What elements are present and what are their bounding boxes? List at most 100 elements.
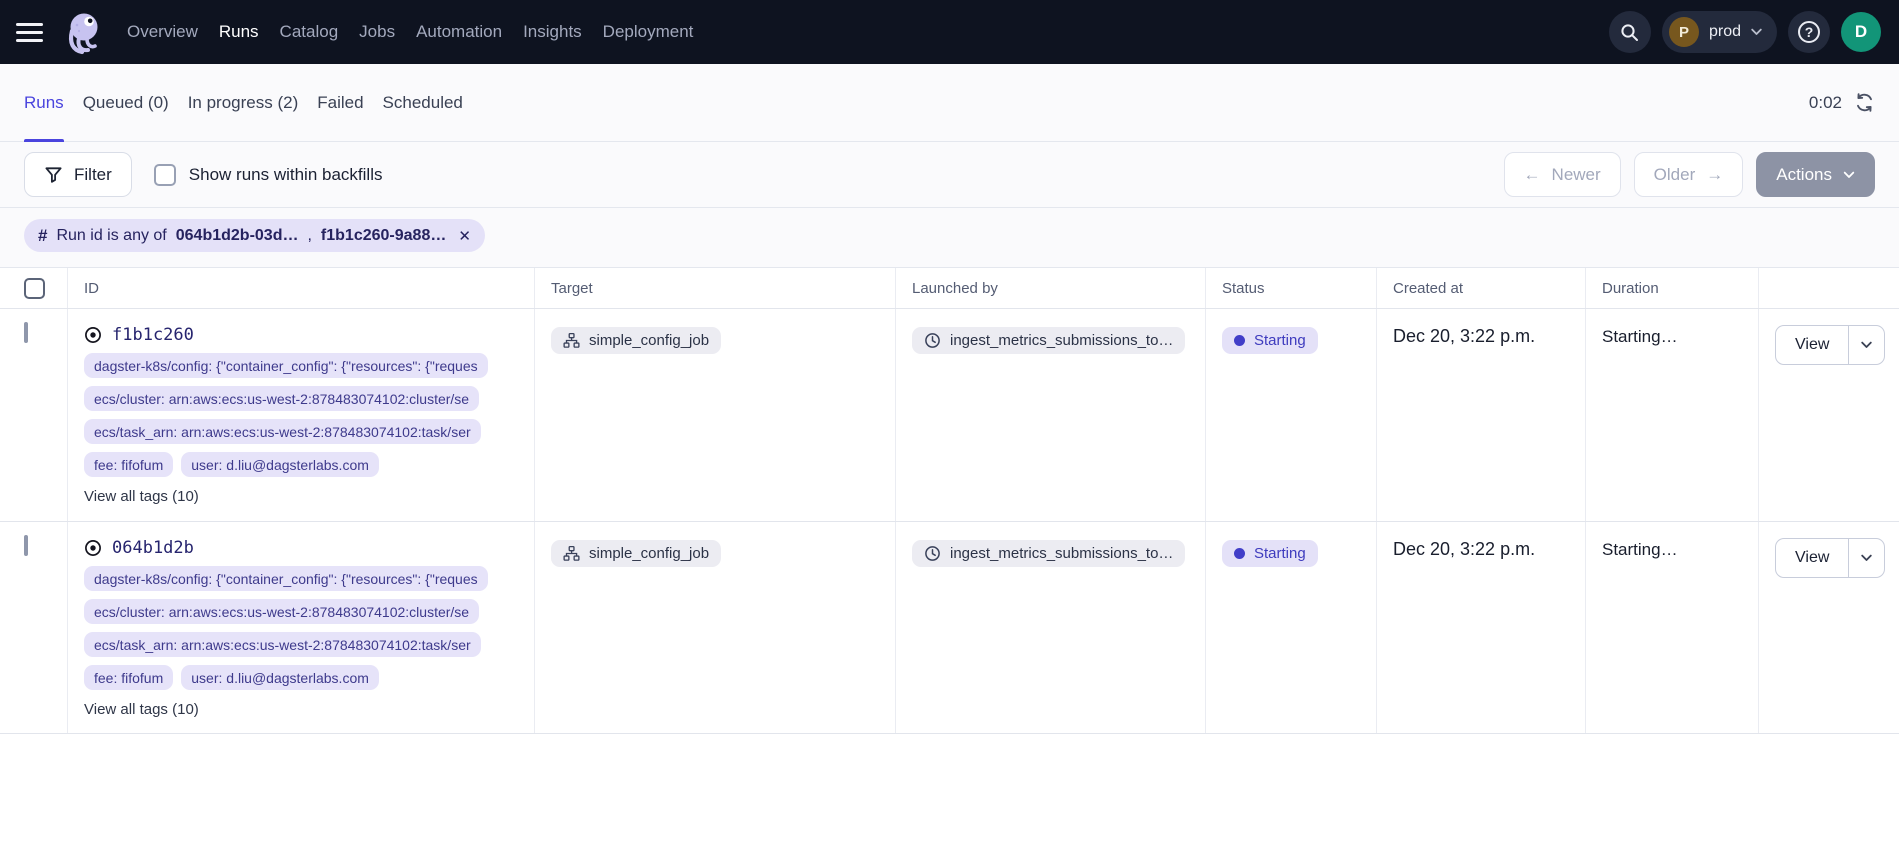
chevron-down-icon [1751, 28, 1762, 36]
tab-queued[interactable]: Queued (0) [83, 64, 169, 141]
job-graph-icon [563, 332, 580, 349]
runs-tabs-bar: Runs Queued (0) In progress (2) Failed S… [0, 64, 1899, 142]
status-dot-icon [1234, 335, 1245, 346]
actions-button[interactable]: Actions [1756, 152, 1875, 197]
column-header-status: Status [1206, 268, 1377, 308]
nav-item-automation[interactable]: Automation [416, 22, 502, 42]
run-tag[interactable]: dagster-k8s/config: {"container_config":… [84, 353, 488, 378]
nav-item-insights[interactable]: Insights [523, 22, 582, 42]
older-button[interactable]: Older → [1634, 152, 1744, 197]
select-all-checkbox[interactable] [24, 278, 45, 299]
help-button[interactable]: ? [1788, 11, 1830, 53]
run-id-filter-chip[interactable]: # Run id is any of 064b1d2b-03d… , f1b1c… [24, 219, 485, 252]
column-header-created-at: Created at [1377, 268, 1586, 308]
run-starting-spinner-icon [84, 539, 102, 557]
status-badge: Starting [1222, 540, 1318, 567]
view-dropdown-button[interactable] [1848, 326, 1884, 364]
runs-controls-row: Filter Show runs within backfills ← Newe… [0, 142, 1899, 208]
run-id-link[interactable]: 064b1d2b [112, 538, 194, 558]
created-at-value: Dec 20, 3:22 p.m. [1377, 522, 1586, 733]
run-tag[interactable]: user: d.liu@dagsterlabs.com [181, 665, 379, 690]
nav-item-jobs[interactable]: Jobs [359, 22, 395, 42]
row-checkbox[interactable] [24, 535, 28, 556]
run-tag[interactable]: ecs/cluster: arn:aws:ecs:us-west-2:87848… [84, 386, 479, 411]
clock-icon [924, 332, 941, 349]
nav-item-deployment[interactable]: Deployment [603, 22, 694, 42]
filter-run-id-2: f1b1c260-9a88… [321, 227, 446, 245]
dagster-logo-icon[interactable] [59, 8, 107, 56]
row-checkbox[interactable] [24, 322, 28, 343]
nav-item-overview[interactable]: Overview [127, 22, 198, 42]
table-header-row: ID Target Launched by Status Created at … [0, 268, 1899, 308]
view-all-tags-link[interactable]: View all tags (10) [84, 701, 518, 718]
filter-chip-text: Run id is any of [56, 227, 166, 245]
show-backfills-label: Show runs within backfills [189, 165, 383, 185]
nav-item-runs[interactable]: Runs [219, 22, 259, 42]
nav-item-catalog[interactable]: Catalog [280, 22, 339, 42]
applied-filters-row: # Run id is any of 064b1d2b-03d… , f1b1c… [0, 208, 1899, 267]
filter-chip-separator: , [307, 227, 311, 245]
search-button[interactable] [1609, 11, 1651, 53]
table-row: 064b1d2b dagster-k8s/config: {"container… [0, 521, 1899, 734]
run-starting-spinner-icon [84, 326, 102, 344]
search-icon [1620, 23, 1639, 42]
column-header-launched-by: Launched by [896, 268, 1206, 308]
view-all-tags-link[interactable]: View all tags (10) [84, 488, 518, 505]
environment-name: prod [1709, 23, 1741, 41]
run-tag[interactable]: ecs/task_arn: arn:aws:ecs:us-west-2:8784… [84, 419, 481, 444]
duration-value: Starting… [1586, 522, 1759, 733]
run-tag[interactable]: dagster-k8s/config: {"container_config":… [84, 566, 488, 591]
run-tag[interactable]: fee: fifofum [84, 665, 173, 690]
runs-table: ID Target Launched by Status Created at … [0, 267, 1899, 734]
tab-in-progress[interactable]: In progress (2) [188, 64, 299, 141]
launched-by-pill[interactable]: ingest_metrics_submissions_to… [912, 540, 1185, 567]
view-run-button[interactable]: View [1776, 326, 1848, 364]
column-header-duration: Duration [1586, 268, 1759, 308]
run-tag[interactable]: ecs/task_arn: arn:aws:ecs:us-west-2:8784… [84, 632, 481, 657]
environment-avatar: P [1669, 17, 1699, 47]
column-header-actions [1759, 268, 1899, 308]
newer-button[interactable]: ← Newer [1504, 152, 1621, 197]
chevron-down-icon [1843, 171, 1855, 179]
show-backfills-checkbox[interactable] [154, 164, 176, 186]
view-split-button: View [1775, 325, 1885, 365]
user-avatar[interactable]: D [1841, 12, 1881, 52]
filter-run-id-1: 064b1d2b-03d… [176, 227, 299, 245]
chevron-down-icon [1861, 554, 1872, 562]
target-job-pill[interactable]: simple_config_job [551, 327, 721, 354]
run-id-link[interactable]: f1b1c260 [112, 325, 194, 345]
arrow-right-icon: → [1706, 166, 1723, 183]
top-navbar: Overview Runs Catalog Jobs Automation In… [0, 0, 1899, 64]
column-header-id: ID [68, 268, 535, 308]
view-dropdown-button[interactable] [1848, 539, 1884, 577]
run-tag[interactable]: fee: fifofum [84, 452, 173, 477]
filter-button[interactable]: Filter [24, 152, 132, 197]
status-badge: Starting [1222, 327, 1318, 354]
arrow-left-icon: ← [1524, 166, 1541, 183]
tab-failed[interactable]: Failed [317, 64, 363, 141]
hamburger-menu-icon[interactable] [16, 23, 43, 42]
view-split-button: View [1775, 538, 1885, 578]
tab-scheduled[interactable]: Scheduled [383, 64, 463, 141]
chevron-down-icon [1861, 341, 1872, 349]
tab-runs[interactable]: Runs [24, 64, 64, 141]
launched-by-pill[interactable]: ingest_metrics_submissions_to… [912, 327, 1185, 354]
status-dot-icon [1234, 548, 1245, 559]
clock-icon [924, 545, 941, 562]
created-at-value: Dec 20, 3:22 p.m. [1377, 309, 1586, 521]
run-tag[interactable]: user: d.liu@dagsterlabs.com [181, 452, 379, 477]
column-header-target: Target [535, 268, 896, 308]
target-job-pill[interactable]: simple_config_job [551, 540, 721, 567]
run-tag[interactable]: ecs/cluster: arn:aws:ecs:us-west-2:87848… [84, 599, 479, 624]
nav-links: Overview Runs Catalog Jobs Automation In… [127, 22, 693, 42]
view-run-button[interactable]: View [1776, 539, 1848, 577]
funnel-icon [44, 165, 63, 184]
refresh-countdown: 0:02 [1809, 93, 1842, 113]
environment-switcher[interactable]: P prod [1662, 11, 1777, 53]
job-graph-icon [563, 545, 580, 562]
duration-value: Starting… [1586, 309, 1759, 521]
remove-filter-icon[interactable]: ✕ [458, 227, 471, 245]
table-row: f1b1c260 dagster-k8s/config: {"container… [0, 308, 1899, 521]
help-icon: ? [1798, 21, 1820, 43]
refresh-icon[interactable] [1854, 92, 1875, 113]
